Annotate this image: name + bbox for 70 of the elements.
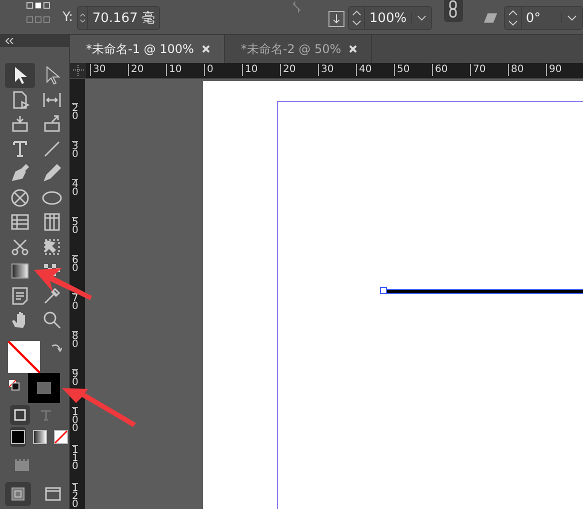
spinner-icon[interactable] bbox=[78, 7, 88, 29]
close-icon[interactable] bbox=[349, 45, 358, 53]
close-icon[interactable] bbox=[202, 45, 210, 53]
stroke-swatch[interactable] bbox=[28, 372, 60, 402]
y-label: Y: bbox=[62, 10, 74, 25]
y-field[interactable]: 70.167 毫 bbox=[77, 6, 160, 30]
angle-field[interactable]: 0° bbox=[504, 6, 583, 30]
normal-view-icon bbox=[11, 486, 25, 500]
formatting-button[interactable] bbox=[10, 404, 30, 424]
frame-icon bbox=[10, 188, 30, 208]
collector-icon bbox=[10, 114, 30, 134]
columns-icon bbox=[42, 212, 62, 232]
eyedropper-icon bbox=[42, 286, 62, 306]
pen-icon bbox=[10, 163, 30, 184]
ruler-label: 60 bbox=[72, 255, 78, 273]
rows-icon bbox=[10, 212, 30, 232]
ruler-label: 10 bbox=[166, 64, 182, 76]
ruler-label: 60 bbox=[432, 64, 448, 76]
ruler-label: 20 bbox=[128, 64, 144, 76]
default-colors-icon[interactable] bbox=[8, 378, 20, 390]
gradient-swatch-icon bbox=[32, 430, 46, 444]
ruler-label: 90 bbox=[546, 64, 562, 76]
ruler-label: 20 bbox=[280, 64, 296, 76]
transform-icon bbox=[42, 236, 62, 257]
fill-swatch[interactable] bbox=[8, 340, 40, 372]
swap-arrow-icon[interactable] bbox=[50, 342, 62, 354]
ruler-label: 30 bbox=[72, 141, 78, 159]
ruler-label: 40 bbox=[356, 64, 372, 76]
ruler-origin-icon[interactable] bbox=[70, 63, 86, 78]
placer-icon bbox=[42, 114, 62, 134]
zoom-icon bbox=[42, 310, 62, 330]
type-icon bbox=[10, 138, 30, 159]
ruler-label: 10 bbox=[242, 64, 258, 76]
ruler-label: 20 bbox=[72, 103, 78, 121]
ruler-label: 80 bbox=[508, 64, 524, 76]
selection-handle[interactable] bbox=[380, 287, 387, 294]
apply-button[interactable] bbox=[10, 426, 26, 446]
gradient-icon bbox=[10, 261, 30, 282]
square-icon bbox=[14, 408, 26, 420]
normal-mode-button[interactable] bbox=[5, 482, 31, 506]
scissors-icon bbox=[10, 236, 30, 257]
screen-mode-icon[interactable] bbox=[45, 486, 61, 500]
ruler-label: 110 bbox=[72, 445, 78, 471]
ruler-label: 40 bbox=[72, 179, 78, 197]
ruler-label: 50 bbox=[72, 217, 78, 235]
scale-field[interactable]: 100% bbox=[348, 6, 432, 30]
color-swatch-icon bbox=[10, 430, 25, 444]
scale-icon bbox=[328, 10, 346, 28]
ruler-label: 30 bbox=[318, 64, 334, 76]
reference-point-icon[interactable] bbox=[26, 1, 50, 25]
ruler-label: 70 bbox=[470, 64, 486, 76]
tool-button[interactable] bbox=[5, 63, 35, 88]
document-tab[interactable]: *未命名-1 @ 100% bbox=[70, 35, 225, 63]
ruler-label: 50 bbox=[394, 64, 410, 76]
line-icon bbox=[42, 138, 62, 159]
note-icon bbox=[10, 286, 30, 306]
ruler-label: 90 bbox=[72, 369, 78, 387]
chain-icon bbox=[448, 0, 458, 18]
ruler-label: 120 bbox=[72, 483, 78, 509]
layout-icon[interactable] bbox=[12, 458, 32, 472]
collapse-icon[interactable] bbox=[5, 38, 15, 44]
ruler-label: 30 bbox=[90, 64, 106, 76]
ruler-label: 100 bbox=[72, 407, 78, 433]
pencil-icon bbox=[42, 163, 62, 184]
shear-icon bbox=[482, 12, 498, 24]
ruler-label: 0 bbox=[204, 64, 214, 76]
link-button[interactable] bbox=[444, 0, 463, 22]
type-icon bbox=[40, 408, 52, 420]
ruler-label: 80 bbox=[72, 331, 78, 349]
none-swatch-icon bbox=[54, 430, 68, 444]
